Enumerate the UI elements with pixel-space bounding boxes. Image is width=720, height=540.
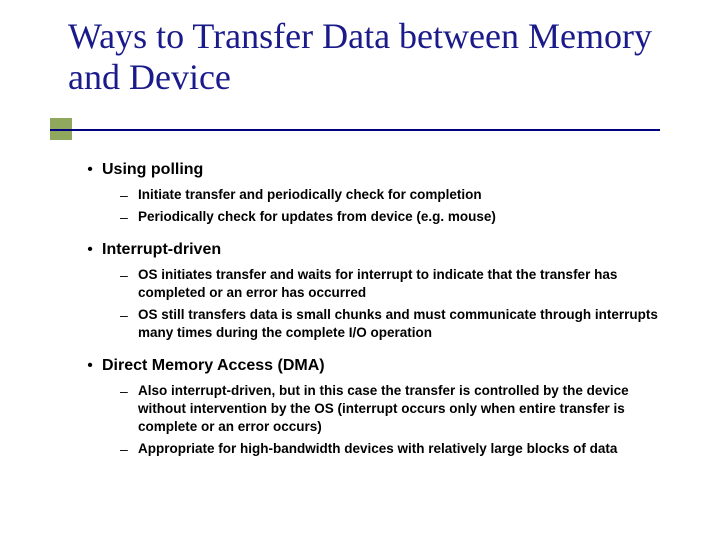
slide-content: • Using polling – Initiate transfer and … (78, 160, 668, 472)
bullet-icon: • (78, 160, 102, 180)
list-text: Also interrupt-driven, but in this case … (138, 382, 668, 436)
dash-icon: – (120, 440, 138, 458)
list-text: OS initiates transfer and waits for inte… (138, 266, 668, 302)
dash-icon: – (120, 266, 138, 284)
dash-icon: – (120, 186, 138, 204)
slide-title: Ways to Transfer Data between Memory and… (68, 16, 668, 99)
dash-icon: – (120, 208, 138, 226)
list-item: – Appropriate for high-bandwidth devices… (120, 440, 668, 458)
list-heading: Using polling (102, 160, 203, 180)
dash-icon: – (120, 382, 138, 400)
list-item: – Initiate transfer and periodically che… (120, 186, 668, 204)
dash-icon: – (120, 306, 138, 324)
list-text: Appropriate for high-bandwidth devices w… (138, 440, 617, 458)
bullet-icon: • (78, 240, 102, 260)
list-item: – OS still transfers data is small chunk… (120, 306, 668, 342)
list-heading: Direct Memory Access (DMA) (102, 356, 325, 376)
list-heading: Interrupt-driven (102, 240, 221, 260)
list-item: – Periodically check for updates from de… (120, 208, 668, 226)
list-text: Periodically check for updates from devi… (138, 208, 496, 226)
slide-title-block: Ways to Transfer Data between Memory and… (68, 16, 668, 99)
list-text: Initiate transfer and periodically check… (138, 186, 482, 204)
sublist: – OS initiates transfer and waits for in… (120, 266, 668, 342)
list-item: – OS initiates transfer and waits for in… (120, 266, 668, 302)
sublist: – Initiate transfer and periodically che… (120, 186, 668, 226)
list-item: • Interrupt-driven (78, 240, 668, 260)
list-text: OS still transfers data is small chunks … (138, 306, 668, 342)
list-item: • Using polling (78, 160, 668, 180)
bullet-icon: • (78, 356, 102, 376)
list-item: – Also interrupt-driven, but in this cas… (120, 382, 668, 436)
list-item: • Direct Memory Access (DMA) (78, 356, 668, 376)
accent-underline (50, 129, 660, 131)
sublist: – Also interrupt-driven, but in this cas… (120, 382, 668, 458)
